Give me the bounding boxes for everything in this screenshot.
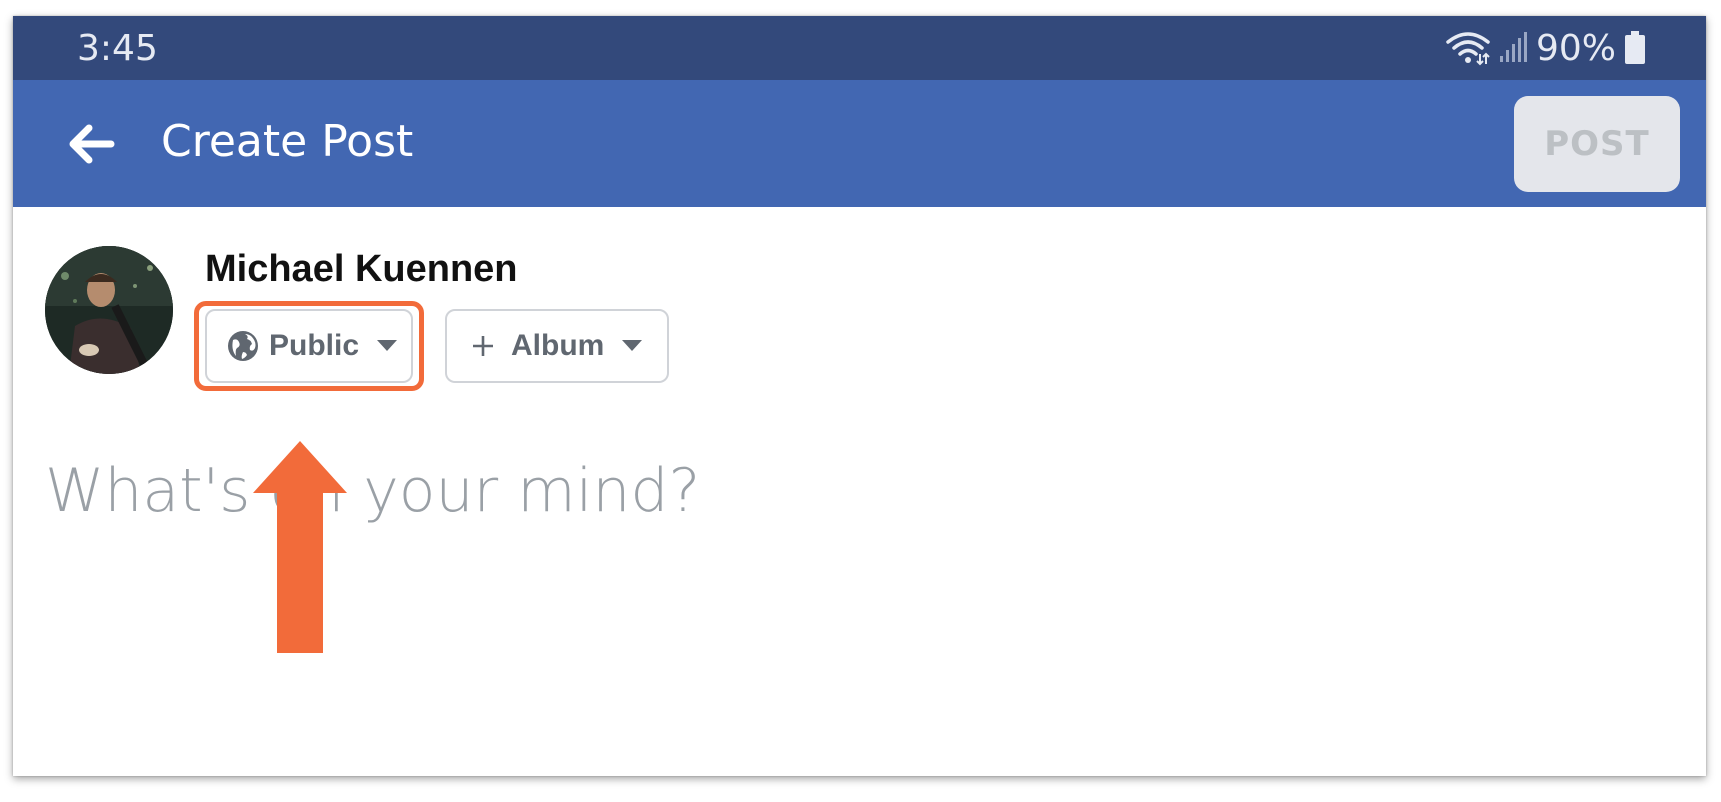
album-selector-button[interactable]: Album [445,309,669,383]
status-time: 3:45 [77,28,158,69]
avatar[interactable] [45,246,173,374]
battery-percentage: 90% [1535,27,1616,69]
annotation-arrow-icon [253,441,347,653]
battery-icon [1625,31,1645,64]
plus-icon [473,336,493,356]
create-post-screen: 3:45 90% Create Post POST Michael Kuenne… [13,16,1706,776]
status-icons: 90% [1446,27,1646,69]
post-button[interactable]: POST [1514,96,1680,192]
wifi-icon [1446,32,1490,66]
back-arrow-icon[interactable] [61,114,121,174]
app-bar: Create Post POST [13,80,1706,207]
caret-down-icon [622,340,643,351]
page-title: Create Post [161,116,414,167]
avatar-image [45,246,173,374]
user-name: Michael Kuennen [205,248,518,290]
signal-icon [1499,32,1527,62]
status-bar: 3:45 90% [13,16,1706,80]
album-label: Album [511,329,605,362]
annotation-highlight-box [194,301,424,391]
